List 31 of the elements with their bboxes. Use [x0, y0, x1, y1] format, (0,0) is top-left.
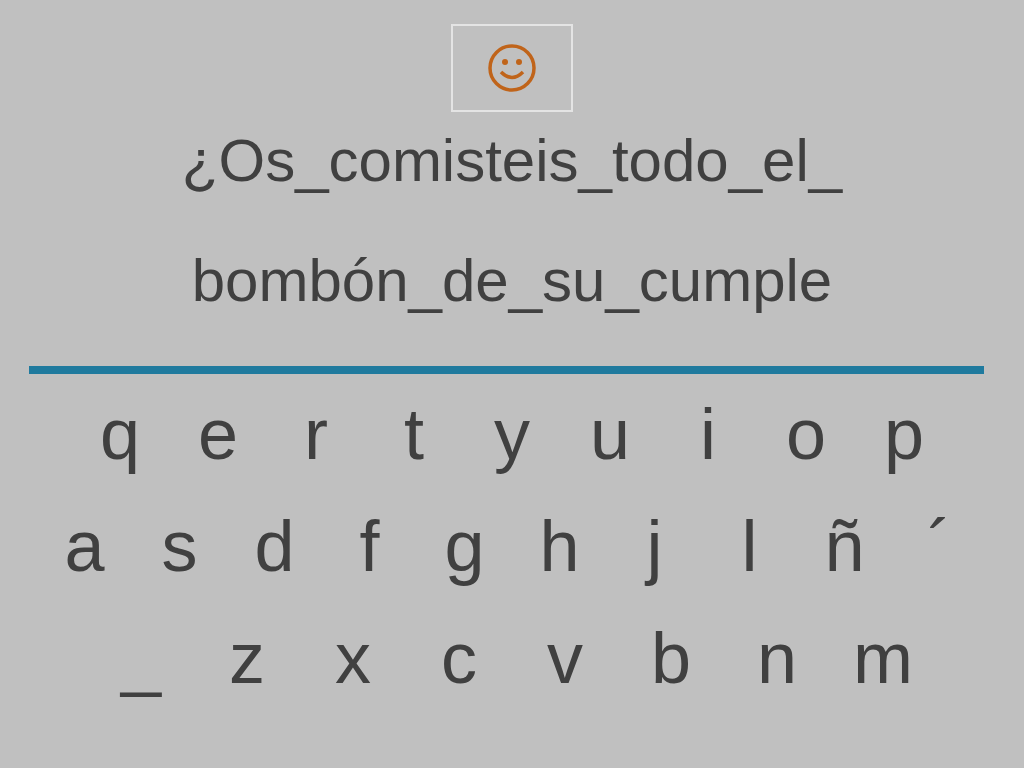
- letter-key[interactable]: v: [512, 612, 618, 704]
- phrase-text: ¿Os_comisteis_todo_el_: [181, 126, 843, 196]
- letter-key[interactable]: ´: [892, 500, 987, 592]
- smiley-icon: [487, 43, 537, 93]
- letter-key[interactable]: i: [659, 388, 757, 480]
- letter-key[interactable]: j: [607, 500, 702, 592]
- letter-key[interactable]: e: [169, 388, 267, 480]
- letter-key[interactable]: ñ: [797, 500, 892, 592]
- letter-key[interactable]: p: [855, 388, 953, 480]
- letter-key[interactable]: b: [618, 612, 724, 704]
- letter-key[interactable]: m: [830, 612, 936, 704]
- phrase-text: bombón_de_su_cumple: [191, 246, 833, 316]
- letter-key[interactable]: _: [88, 612, 194, 704]
- letter-key[interactable]: s: [132, 500, 227, 592]
- letter-key[interactable]: c: [406, 612, 512, 704]
- letter-key[interactable]: o: [757, 388, 855, 480]
- letter-key[interactable]: u: [561, 388, 659, 480]
- letter-key[interactable]: r: [267, 388, 365, 480]
- letter-key[interactable]: t: [365, 388, 463, 480]
- letter-key[interactable]: d: [227, 500, 322, 592]
- letter-key[interactable]: q: [71, 388, 169, 480]
- letter-key[interactable]: n: [724, 612, 830, 704]
- letter-key[interactable]: a: [37, 500, 132, 592]
- letter-key[interactable]: z: [194, 612, 300, 704]
- letter-key[interactable]: l: [702, 500, 797, 592]
- letter-key[interactable]: h: [512, 500, 607, 592]
- letter-key[interactable]: f: [322, 500, 417, 592]
- letter-key[interactable]: y: [463, 388, 561, 480]
- smiley-button[interactable]: [451, 24, 573, 112]
- letter-key[interactable]: g: [417, 500, 512, 592]
- letter-key[interactable]: x: [300, 612, 406, 704]
